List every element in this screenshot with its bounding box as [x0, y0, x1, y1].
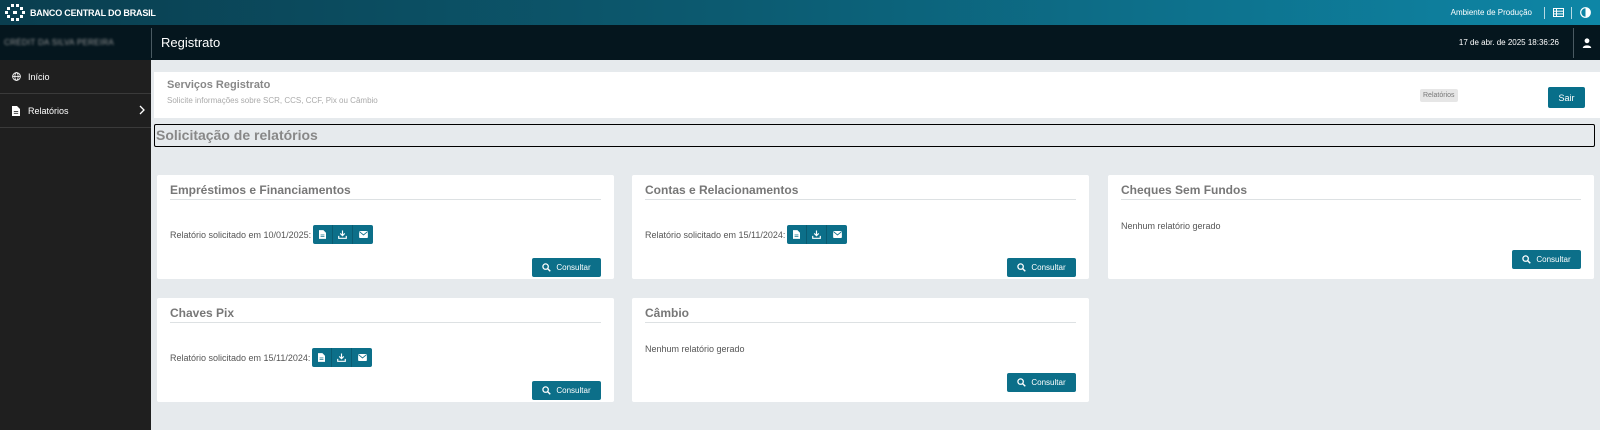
report-status-text: Relatório solicitado em 10/01/2025: [170, 229, 312, 240]
search-icon [542, 386, 552, 395]
view-report-icon[interactable] [787, 225, 808, 244]
globe-icon [11, 72, 21, 82]
email-icon[interactable] [352, 348, 373, 367]
consult-button[interactable]: Consultar [532, 381, 601, 400]
divider [151, 27, 152, 58]
card-title: Chaves Pix [170, 306, 235, 320]
chevron-right-icon [139, 105, 145, 117]
report-status-text: Relatório solicitado em 15/11/2024: [170, 352, 311, 363]
consult-label: Consultar [1031, 263, 1066, 272]
consult-button[interactable]: Consultar [1007, 258, 1076, 277]
app-header: CRÉDIT DA SILVA PEREIRA Registrato 17 de… [0, 25, 1600, 60]
sidebar-item-label: Início [28, 71, 50, 82]
search-icon [1522, 255, 1532, 264]
consult-button[interactable]: Consultar [1512, 250, 1581, 269]
service-header: Serviços Registrato Solicite informações… [154, 72, 1600, 118]
report-card-emprestimos: Empréstimos e Financiamentos Relatório s… [157, 175, 614, 279]
sidebar-item-relatorios[interactable]: Relatórios [0, 94, 151, 128]
download-icon[interactable] [807, 225, 828, 244]
report-status: Relatório solicitado em 15/11/2024: [170, 348, 373, 367]
report-card-cambio: Câmbio Nenhum relatório gerado Consultar [632, 298, 1089, 402]
view-report-icon[interactable] [313, 225, 334, 244]
consult-label: Consultar [1536, 255, 1571, 264]
card-title: Cheques Sem Fundos [1121, 183, 1248, 197]
top-right-tools: Ambiente de Produção [1451, 6, 1592, 20]
service-subtitle: Solicite informações sobre SCR, CCS, CCF… [167, 96, 378, 105]
divider [170, 322, 601, 323]
report-status-text: Relatório solicitado em 15/11/2024: [645, 229, 786, 240]
card-title: Empréstimos e Financiamentos [170, 183, 351, 197]
search-icon [1017, 378, 1027, 387]
report-actions [312, 348, 373, 367]
report-status: Relatório solicitado em 10/01/2025: [170, 225, 374, 244]
consult-label: Consultar [556, 386, 591, 395]
breadcrumb[interactable]: Relatórios [1420, 89, 1458, 102]
consult-label: Consultar [1031, 378, 1066, 387]
document-icon [11, 105, 21, 116]
app-title: Registrato [161, 35, 221, 50]
sidebar-item-inicio[interactable]: Início [0, 60, 151, 94]
report-card-cheques: Cheques Sem Fundos Nenhum relatório gera… [1108, 175, 1594, 279]
brand[interactable]: BANCO CENTRAL DO BRASIL [5, 4, 156, 21]
brand-name: BANCO CENTRAL DO BRASIL [30, 7, 156, 18]
bcb-logo-icon [5, 4, 25, 21]
list-view-icon[interactable] [1551, 6, 1565, 20]
email-icon[interactable] [827, 225, 848, 244]
consult-button[interactable]: Consultar [532, 258, 601, 277]
view-report-icon[interactable] [312, 348, 333, 367]
user-name-text: CRÉDIT DA SILVA PEREIRA [4, 38, 115, 47]
card-title: Contas e Relacionamentos [645, 183, 799, 197]
search-icon [542, 263, 552, 272]
report-actions [313, 225, 374, 244]
report-card-contas: Contas e Relacionamentos Relatório solic… [632, 175, 1089, 279]
page-title: Solicitação de relatórios [154, 124, 1595, 147]
report-status: Relatório solicitado em 15/11/2024: [645, 225, 848, 244]
session-datetime: 17 de abr. de 2025 18:36:26 [1458, 38, 1559, 47]
environment-label: Ambiente de Produção [1450, 8, 1532, 17]
consult-label: Consultar [556, 263, 591, 272]
contrast-icon[interactable] [1578, 6, 1592, 20]
exit-button[interactable]: Sair [1548, 87, 1585, 108]
report-status-text: Nenhum relatório gerado [1121, 221, 1221, 231]
user-menu-icon[interactable] [1574, 25, 1600, 60]
report-status-text: Nenhum relatório gerado [645, 344, 745, 354]
divider [1544, 6, 1545, 19]
divider [1571, 6, 1572, 19]
search-icon [1017, 263, 1027, 272]
top-bar: BANCO CENTRAL DO BRASIL Ambiente de Prod… [0, 0, 1600, 25]
sidebar: Início Relatórios [0, 60, 151, 430]
report-card-chaves-pix: Chaves Pix Relatório solicitado em 15/11… [157, 298, 614, 402]
card-title: Câmbio [645, 306, 690, 320]
sidebar-item-label: Relatórios [28, 105, 69, 116]
divider [645, 199, 1076, 200]
download-icon[interactable] [333, 225, 354, 244]
consult-button[interactable]: Consultar [1007, 373, 1076, 392]
service-title: Serviços Registrato [167, 79, 271, 91]
divider [1121, 199, 1581, 200]
report-actions [787, 225, 848, 244]
user-name: CRÉDIT DA SILVA PEREIRA [0, 25, 151, 60]
divider [645, 322, 1076, 323]
main-content: Serviços Registrato Solicite informações… [151, 60, 1600, 430]
divider [170, 199, 601, 200]
email-icon[interactable] [353, 225, 374, 244]
download-icon[interactable] [332, 348, 353, 367]
